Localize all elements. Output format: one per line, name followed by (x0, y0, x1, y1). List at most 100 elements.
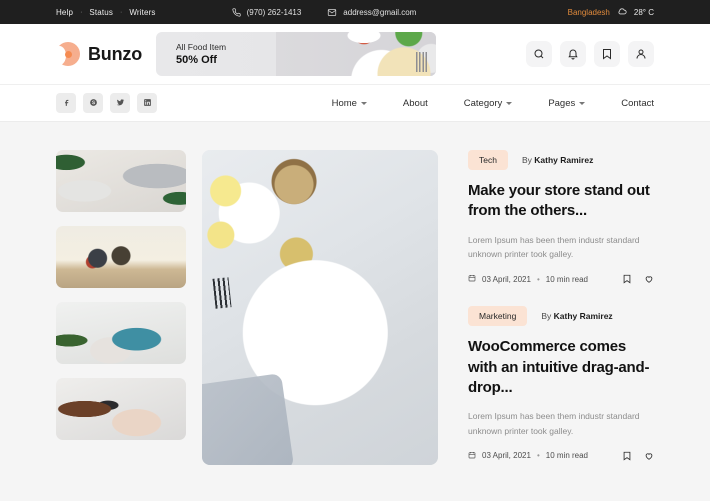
email-address: address@gmail.com (343, 7, 417, 17)
article-actions (622, 274, 654, 284)
topbar-weather: Bangladesh 28° C (568, 6, 654, 18)
bookmark-icon[interactable] (622, 274, 632, 284)
user-icon (635, 48, 647, 60)
nav-label: Category (463, 97, 503, 109)
article-card[interactable]: Marketing By Kathy Ramirez WooCommerce c… (468, 306, 654, 461)
article-date: 03 April, 2021 (482, 451, 531, 461)
article-excerpt: Lorem Ipsum has been them industr standa… (468, 411, 640, 436)
bell-icon (567, 48, 579, 60)
promo-text: All Food Item 50% Off (156, 42, 226, 66)
header-actions (526, 41, 654, 67)
article-meta-top: Tech By Kathy Ramirez (468, 150, 654, 170)
article-author[interactable]: Kathy Ramirez (534, 155, 593, 165)
meta-separator: • (536, 274, 540, 284)
nav-label: Home (331, 97, 357, 109)
brand-name: Bunzo (88, 43, 142, 64)
topbar-separator: · (80, 8, 83, 16)
article-footer: 03 April, 2021 • 10 min read (468, 451, 654, 461)
napkin-decoration (202, 373, 295, 465)
nav-label: Pages (548, 97, 576, 109)
phone-number: (970) 262-1413 (246, 7, 302, 17)
featured-image[interactable] (202, 150, 438, 465)
twitter-icon (116, 94, 125, 112)
category-badge[interactable]: Marketing (468, 306, 528, 327)
meta-separator: • (536, 451, 540, 461)
thumbnail-list (56, 150, 186, 465)
article-title[interactable]: WooCommerce comes with an intuitive drag… (468, 337, 654, 398)
calendar-icon (468, 451, 476, 461)
twitter-link[interactable] (110, 93, 130, 113)
chevron-down-icon (506, 101, 513, 105)
nav-label: Contact (621, 97, 654, 109)
promo-food-image (276, 32, 436, 76)
weather-temperature: 28° C (633, 7, 654, 17)
main-content: Tech By Kathy Ramirez Make your store st… (0, 122, 710, 501)
nav-item-contact[interactable]: Contact (621, 98, 654, 109)
article-read-time: 10 min read (545, 274, 588, 284)
article-dates: 03 April, 2021 • 10 min read (468, 451, 588, 461)
topbar-contact: (970) 262-1413 address@gmail.com (231, 7, 416, 17)
topbar-phone[interactable]: (970) 262-1413 (231, 7, 302, 17)
nav-label: About (402, 97, 428, 109)
promo-line-1: All Food Item (176, 42, 227, 52)
category-badge[interactable]: Tech (468, 150, 508, 170)
article-date: 03 April, 2021 (482, 274, 531, 284)
bookmarks-button[interactable] (594, 41, 620, 67)
thumbnail-item[interactable] (56, 226, 186, 288)
cloud-icon (616, 6, 628, 18)
linkedin-icon (143, 94, 152, 112)
topbar-link-status[interactable]: Status (89, 8, 113, 17)
calendar-icon (468, 274, 476, 284)
article-list: Tech By Kathy Ramirez Make your store st… (454, 150, 654, 465)
promo-banner[interactable]: All Food Item 50% Off (156, 32, 436, 76)
skype-icon (89, 94, 98, 112)
article-actions (622, 451, 654, 461)
topbar-links: Help · Status · Writers (56, 8, 156, 17)
facebook-icon (62, 94, 71, 112)
notifications-button[interactable] (560, 41, 586, 67)
account-button[interactable] (628, 41, 654, 67)
fork-decoration (212, 277, 232, 309)
article-author[interactable]: Kathy Ramirez (554, 311, 613, 321)
topbar-email[interactable]: address@gmail.com (327, 8, 416, 17)
thumbnail-item[interactable] (56, 150, 186, 212)
thumbnail-item[interactable] (56, 378, 186, 440)
nav-item-category[interactable]: Category (464, 98, 513, 109)
chevron-down-icon (360, 101, 367, 105)
thumbnail-item[interactable] (56, 302, 186, 364)
heart-icon[interactable] (644, 274, 654, 284)
linkedin-link[interactable] (137, 93, 157, 113)
article-card[interactable]: Tech By Kathy Ramirez Make your store st… (468, 150, 654, 284)
search-button[interactable] (526, 41, 552, 67)
chevron-down-icon (579, 101, 586, 105)
topbar-link-help[interactable]: Help (56, 8, 73, 17)
article-byline: By Kathy Ramirez (522, 155, 593, 165)
nav-item-pages[interactable]: Pages (548, 97, 586, 109)
article-footer: 03 April, 2021 • 10 min read (468, 274, 654, 284)
facebook-link[interactable] (56, 93, 76, 113)
phone-icon (231, 7, 241, 17)
nav-item-home[interactable]: Home (332, 98, 367, 109)
bunzo-logo-icon (53, 42, 80, 66)
article-title[interactable]: Make your store stand out from the other… (468, 181, 654, 222)
envelope-icon (327, 8, 337, 17)
search-icon (533, 48, 545, 60)
article-byline: By Kathy Ramirez (541, 311, 612, 321)
article-read-time: 10 min read (545, 451, 588, 461)
bookmark-icon[interactable] (622, 451, 632, 461)
promo-line-2: 50% Off (176, 54, 217, 66)
article-excerpt: Lorem Ipsum has been them industr standa… (468, 234, 640, 260)
social-links (56, 93, 157, 113)
article-meta-top: Marketing By Kathy Ramirez (468, 306, 654, 327)
nav-item-about[interactable]: About (403, 98, 428, 109)
brand-logo[interactable]: Bunzo (53, 42, 142, 66)
top-bar: Help · Status · Writers (970) 262-1413 a… (0, 0, 710, 24)
skype-link[interactable] (83, 93, 103, 113)
byline-prefix: By (541, 311, 552, 322)
nav-menu: Home About Category Pages Contact (332, 98, 654, 109)
byline-prefix: By (521, 155, 532, 165)
heart-icon[interactable] (644, 451, 654, 461)
article-dates: 03 April, 2021 • 10 min read (468, 274, 588, 284)
bookmark-icon (601, 48, 613, 60)
topbar-link-writers[interactable]: Writers (129, 8, 155, 17)
